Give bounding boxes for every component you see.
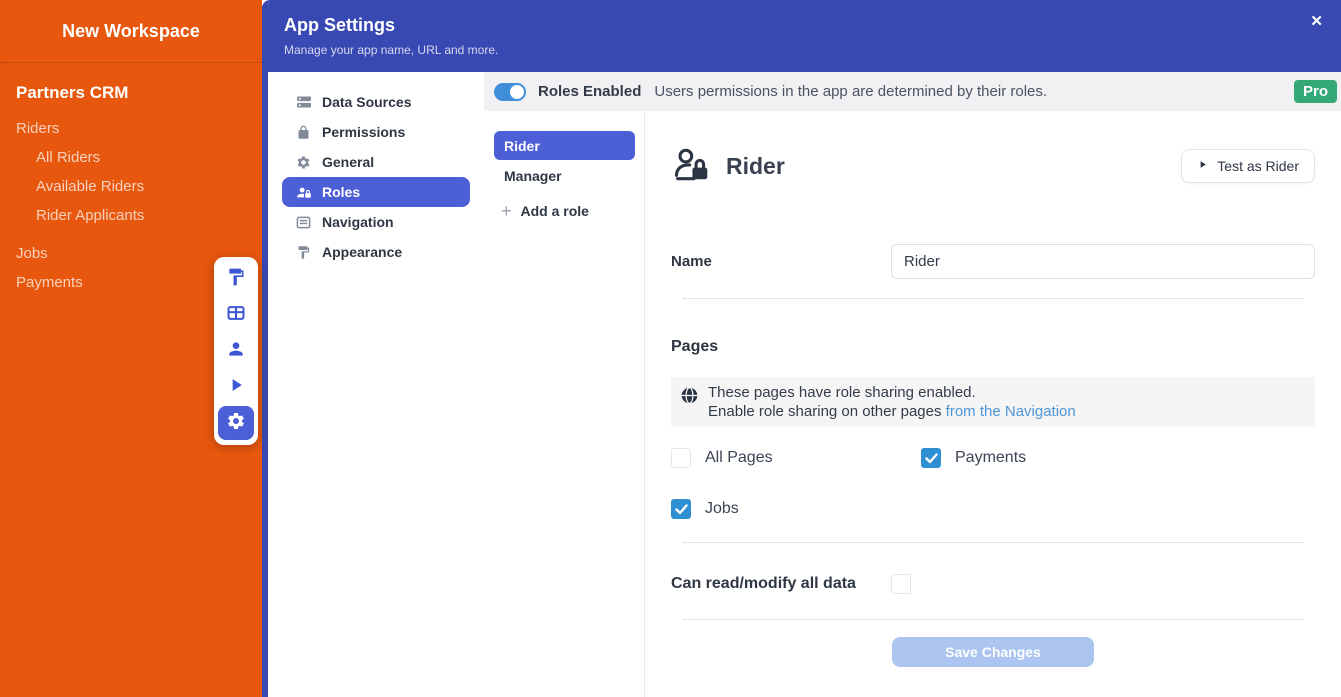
settings-nav-label: Permissions bbox=[322, 124, 405, 140]
checkbox-payments[interactable]: Payments bbox=[921, 448, 1315, 468]
from-navigation-link[interactable]: from the Navigation bbox=[946, 403, 1076, 420]
pages-checkbox-grid: All Pages Payments Jobs bbox=[671, 448, 1315, 519]
settings-nav-label: Data Sources bbox=[322, 94, 411, 110]
checkbox[interactable] bbox=[671, 499, 691, 519]
tool-rail bbox=[214, 257, 258, 445]
info-line2: Enable role sharing on other pages bbox=[708, 403, 946, 420]
add-role-button[interactable]: + Add a role bbox=[484, 202, 644, 220]
check-icon bbox=[925, 453, 938, 464]
user-icon bbox=[226, 339, 246, 364]
role-item-manager[interactable]: Manager bbox=[484, 161, 644, 190]
settings-nav-appearance[interactable]: Appearance bbox=[268, 237, 484, 267]
pro-badge: Pro bbox=[1294, 80, 1337, 103]
workspace-header[interactable]: New Workspace bbox=[0, 0, 262, 63]
checkbox[interactable] bbox=[671, 448, 691, 468]
role-detail-heading: Rider bbox=[726, 153, 785, 180]
data-tool-button[interactable] bbox=[218, 297, 254, 333]
info-line1: These pages have role sharing enabled. bbox=[708, 384, 976, 401]
role-name-input[interactable] bbox=[891, 244, 1315, 279]
app-name: Partners CRM bbox=[16, 83, 262, 103]
table-icon bbox=[226, 303, 246, 328]
role-item-rider[interactable]: Rider bbox=[494, 131, 635, 160]
globe-icon bbox=[681, 387, 698, 409]
read-modify-checkbox[interactable] bbox=[891, 574, 911, 594]
settings-tool-button[interactable] bbox=[218, 406, 254, 440]
settings-nav-label: General bbox=[322, 154, 374, 170]
role-detail-panel: Rider Test as Rider Name Pages bbox=[644, 111, 1341, 697]
settings-nav-navigation[interactable]: Navigation bbox=[268, 207, 484, 237]
settings-nav-permissions[interactable]: Permissions bbox=[268, 117, 484, 147]
roles-enabled-toggle[interactable] bbox=[494, 83, 526, 101]
plus-icon: + bbox=[501, 202, 512, 220]
sidebar-item-available-riders[interactable]: Available Riders bbox=[0, 172, 262, 201]
sidebar-item-riders[interactable]: Riders bbox=[0, 114, 262, 143]
modal-subtitle: Manage your app name, URL and more. bbox=[284, 43, 1341, 57]
play-icon bbox=[226, 375, 246, 400]
role-sharing-info-banner: These pages have role sharing enabled. E… bbox=[671, 377, 1315, 427]
close-icon[interactable]: ✕ bbox=[1310, 12, 1323, 30]
modal-header: App Settings Manage your app name, URL a… bbox=[268, 0, 1341, 72]
preview-tool-button[interactable] bbox=[218, 369, 254, 405]
settings-nav: Data Sources Permissions General Roles bbox=[268, 72, 484, 697]
checkbox-label: All Pages bbox=[705, 449, 773, 467]
app-settings-modal: App Settings Manage your app name, URL a… bbox=[262, 0, 1341, 697]
sidebar-item-all-riders[interactable]: All Riders bbox=[0, 143, 262, 172]
pages-heading: Pages bbox=[671, 338, 1315, 356]
checkbox-label: Jobs bbox=[705, 500, 739, 518]
toggle-knob bbox=[510, 85, 524, 99]
settings-nav-roles[interactable]: Roles bbox=[282, 177, 470, 207]
save-changes-button[interactable]: Save Changes bbox=[892, 637, 1094, 667]
test-button-label: Test as Rider bbox=[1217, 158, 1299, 174]
settings-nav-general[interactable]: General bbox=[268, 147, 484, 177]
roles-enabled-label: Roles Enabled bbox=[538, 83, 641, 100]
user-lock-icon bbox=[671, 144, 715, 188]
divider bbox=[683, 542, 1303, 543]
settings-nav-label: Roles bbox=[322, 184, 360, 200]
workspace-name: New Workspace bbox=[62, 21, 200, 42]
settings-nav-label: Appearance bbox=[322, 244, 402, 260]
gear-icon bbox=[296, 154, 312, 170]
divider bbox=[683, 619, 1303, 620]
user-lock-icon bbox=[296, 184, 312, 200]
sidebar-item-rider-applicants[interactable]: Rider Applicants bbox=[0, 201, 262, 230]
paint-roller-icon bbox=[296, 244, 312, 260]
roles-enabled-bar: Roles Enabled Users permissions in the a… bbox=[484, 72, 1341, 111]
settings-nav-label: Navigation bbox=[322, 214, 394, 230]
checkbox-label: Payments bbox=[955, 449, 1026, 467]
gear-icon bbox=[226, 411, 246, 436]
checkbox-all-pages[interactable]: All Pages bbox=[671, 448, 921, 468]
name-label: Name bbox=[671, 253, 891, 270]
play-icon bbox=[1197, 158, 1208, 174]
roles-enabled-description: Users permissions in the app are determi… bbox=[654, 83, 1047, 100]
paint-roller-icon bbox=[226, 267, 246, 292]
modal-title: App Settings bbox=[284, 15, 1341, 36]
check-icon bbox=[675, 504, 688, 515]
divider bbox=[683, 298, 1303, 299]
test-as-rider-button[interactable]: Test as Rider bbox=[1181, 149, 1315, 183]
data-sources-icon bbox=[296, 94, 312, 110]
checkbox[interactable] bbox=[921, 448, 941, 468]
read-modify-label: Can read/modify all data bbox=[671, 575, 891, 593]
add-role-label: Add a role bbox=[521, 203, 589, 219]
roles-list: Rider Manager + Add a role bbox=[484, 111, 644, 697]
checkbox-jobs[interactable]: Jobs bbox=[671, 499, 921, 519]
users-tool-button[interactable] bbox=[218, 333, 254, 369]
list-icon bbox=[296, 214, 312, 230]
settings-nav-data-sources[interactable]: Data Sources bbox=[268, 87, 484, 117]
design-tool-button[interactable] bbox=[218, 261, 254, 297]
lock-icon bbox=[296, 124, 312, 140]
